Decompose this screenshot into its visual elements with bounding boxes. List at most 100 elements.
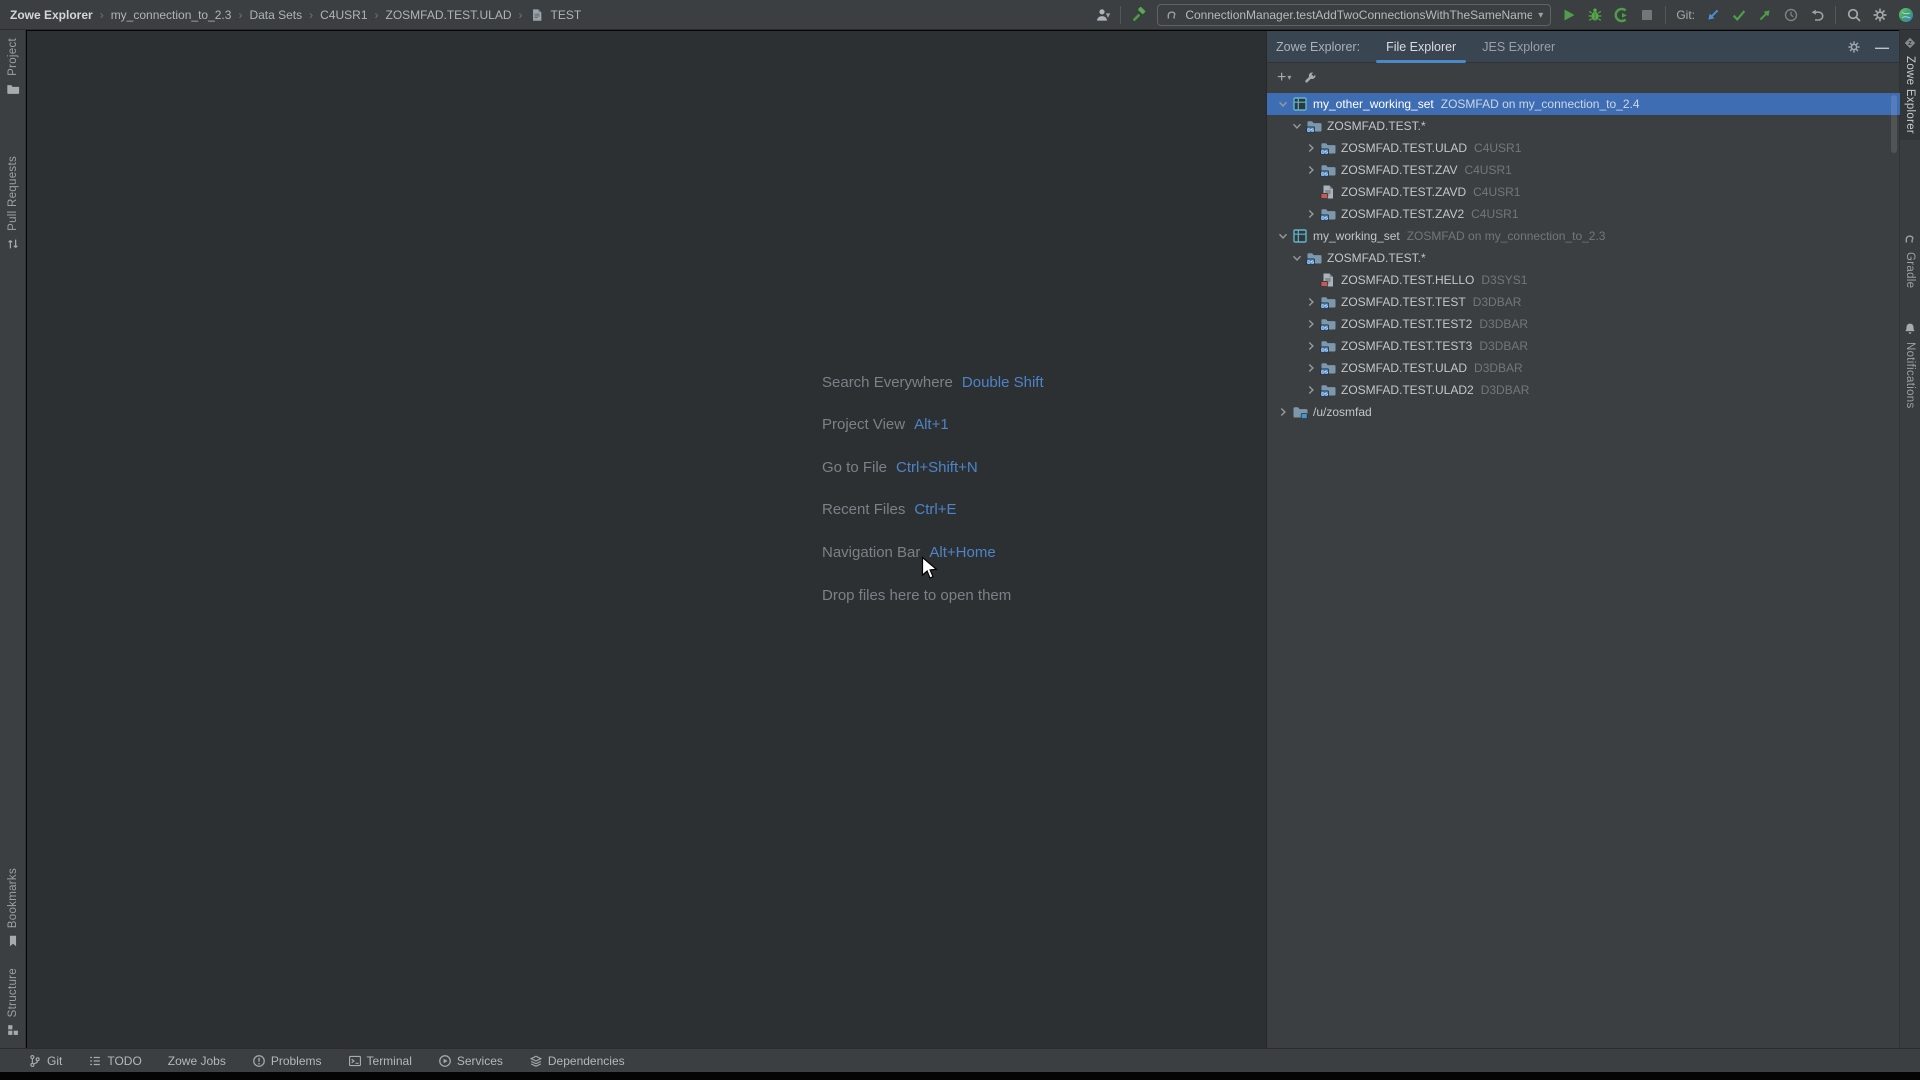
breadcrumb-separator-icon: › <box>100 8 104 22</box>
dataset-folder-icon <box>1306 118 1322 134</box>
breadcrumb-item[interactable]: my_connection_to_2.3 <box>111 8 232 22</box>
search-everywhere-icon[interactable] <box>1846 7 1862 23</box>
history-clock-icon[interactable] <box>1783 7 1799 23</box>
dataset-file-icon <box>1320 272 1336 288</box>
add-working-set-button[interactable]: +▾ <box>1277 71 1291 85</box>
breadcrumb-item[interactable]: ZOSMFAD.TEST.ULAD <box>386 8 512 22</box>
chevron-down-icon[interactable] <box>1289 250 1304 266</box>
tree-row[interactable]: my_other_working_setZOSMFAD on my_connec… <box>1267 93 1900 115</box>
sidebar-item-structure[interactable]: Structure <box>0 962 25 1043</box>
status-bar: Git TODO Zowe Jobs Problems Terminal <box>0 1048 1920 1072</box>
tree-row[interactable]: ZOSMFAD.TEST.ZAV2C4USR1 <box>1267 203 1900 225</box>
edit-wrench-icon[interactable] <box>1303 71 1317 85</box>
tree-row[interactable]: ZOSMFAD.TEST.ULADC4USR1 <box>1267 137 1900 159</box>
build-hammer-icon[interactable] <box>1131 7 1147 23</box>
git-branch-icon <box>28 1054 42 1068</box>
tree-row[interactable]: ZOSMFAD.TEST.TESTD3DBAR <box>1267 291 1900 313</box>
debug-button[interactable] <box>1587 7 1603 23</box>
git-push-button[interactable] <box>1757 7 1773 23</box>
run-toolbar: ▾ ConnectionManager.testAddTwoConnection… <box>1094 0 1914 30</box>
toolbar-separator <box>1120 6 1121 24</box>
stripe-label: Pull Requests <box>7 156 19 231</box>
chevron-right-icon[interactable] <box>1303 162 1318 178</box>
statusbar-item-terminal[interactable]: Terminal <box>348 1054 412 1068</box>
tree-row[interactable]: ZOSMFAD.TEST.ZAVC4USR1 <box>1267 159 1900 181</box>
breadcrumb-item[interactable]: Data Sets <box>249 8 302 22</box>
chevron-right-icon[interactable] <box>1303 140 1318 156</box>
breadcrumb-item[interactable]: TEST <box>551 8 582 22</box>
sidebar-item-notifications[interactable]: Notifications <box>1900 316 1920 415</box>
dataset-folder-icon <box>1320 382 1336 398</box>
chevron-right-icon[interactable] <box>1303 316 1318 332</box>
sidebar-item-pull-requests[interactable]: Pull Requests <box>0 150 25 257</box>
shortcut-line: Go to FileCtrl+Shift+N <box>822 459 978 476</box>
statusbar-item-services[interactable]: Services <box>438 1054 503 1068</box>
chevron-spacer <box>1303 272 1318 288</box>
tab-jes-explorer[interactable]: JES Explorer <box>1482 31 1555 63</box>
chevron-right-icon[interactable] <box>1303 382 1318 398</box>
tree-row[interactable]: ZOSMFAD.TEST.* <box>1267 115 1900 137</box>
settings-gear-icon[interactable] <box>1872 7 1888 23</box>
stripe-label: Gradle <box>1904 252 1916 288</box>
chevron-right-icon[interactable] <box>1303 338 1318 354</box>
dataset-folder-icon <box>1320 162 1336 178</box>
chevron-right-icon[interactable] <box>1275 404 1290 420</box>
tree-row[interactable]: ZOSMFAD.TEST.TEST3D3DBAR <box>1267 335 1900 357</box>
tab-file-explorer[interactable]: File Explorer <box>1386 31 1456 63</box>
editor-area[interactable] <box>27 31 1266 1048</box>
chevron-down-icon[interactable] <box>1289 118 1304 134</box>
dataset-file-icon <box>1320 184 1336 200</box>
tree-row[interactable]: ZOSMFAD.TEST.ZAVDC4USR1 <box>1267 181 1900 203</box>
tree-row[interactable]: ZOSMFAD.TEST.ULADD3DBAR <box>1267 357 1900 379</box>
code-with-me-sphere-icon[interactable] <box>1898 7 1914 23</box>
tree-row[interactable]: /u/zosmfad <box>1267 401 1900 423</box>
user-account-icon[interactable]: ▾ <box>1094 7 1111 23</box>
breadcrumb-item[interactable]: C4USR1 <box>320 8 367 22</box>
working-set-icon <box>1292 228 1308 244</box>
rollback-icon[interactable] <box>1809 7 1825 23</box>
tree-row[interactable]: ZOSMFAD.TEST.ULAD2D3DBAR <box>1267 379 1900 401</box>
statusbar-item-todo[interactable]: TODO <box>88 1054 141 1068</box>
tree-row[interactable]: ZOSMFAD.TEST.* <box>1267 247 1900 269</box>
run-button[interactable] <box>1561 7 1577 23</box>
chevron-down-icon: ▾ <box>1287 71 1291 85</box>
sidebar-item-gradle[interactable]: Gradle <box>1900 226 1920 294</box>
tree-row[interactable]: my_working_setZOSMFAD on my_connection_t… <box>1267 225 1900 247</box>
run-with-coverage-button[interactable] <box>1613 7 1629 23</box>
sidebar-item-project[interactable]: Project <box>0 32 25 102</box>
tree-row[interactable]: ZOSMFAD.TEST.TEST2D3DBAR <box>1267 313 1900 335</box>
chevron-right-icon[interactable] <box>1303 360 1318 376</box>
scrollbar-thumb[interactable] <box>1891 95 1897 153</box>
statusbar-item-git[interactable]: Git <box>28 1054 62 1068</box>
hide-tool-window-icon[interactable]: — <box>1875 39 1889 55</box>
run-configuration-select[interactable]: ConnectionManager.testAddTwoConnectionsW… <box>1157 4 1551 26</box>
dataset-folder-icon <box>1320 140 1336 156</box>
tool-window-toolbar: +▾ <box>1267 63 1899 93</box>
drop-files-hint: Drop files here to open them <box>822 587 1011 604</box>
dataset-folder-icon <box>1320 338 1336 354</box>
svg-text:Z: Z <box>1908 41 1912 47</box>
breadcrumb-item[interactable]: Zowe Explorer <box>10 8 93 22</box>
chevron-right-icon[interactable] <box>1303 206 1318 222</box>
file-icon <box>530 8 544 22</box>
terminal-icon <box>348 1054 362 1068</box>
sidebar-item-bookmarks[interactable]: Bookmarks <box>0 862 25 954</box>
tool-window-gear-icon[interactable] <box>1847 40 1861 54</box>
sidebar-item-zowe-explorer[interactable]: Z Zowe Explorer <box>1900 30 1920 140</box>
chevron-right-icon[interactable] <box>1303 294 1318 310</box>
breadcrumb-separator-icon: › <box>309 8 313 22</box>
tree-row[interactable]: ZOSMFAD.TEST.HELLOD3SYS1 <box>1267 269 1900 291</box>
statusbar-item-zowe-jobs[interactable]: Zowe Jobs <box>168 1054 226 1068</box>
bell-icon <box>1903 322 1917 336</box>
chevron-down-icon[interactable] <box>1275 228 1290 244</box>
statusbar-item-problems[interactable]: Problems <box>252 1054 322 1068</box>
git-commit-button[interactable] <box>1731 7 1747 23</box>
dependencies-icon <box>529 1054 543 1068</box>
services-icon <box>438 1054 452 1068</box>
file-explorer-tree: my_other_working_setZOSMFAD on my_connec… <box>1267 93 1900 423</box>
chevron-down-icon[interactable] <box>1275 96 1290 112</box>
git-update-button[interactable] <box>1705 7 1721 23</box>
stop-button[interactable] <box>1639 7 1655 23</box>
zowe-z-icon: Z <box>1903 36 1917 50</box>
statusbar-item-dependencies[interactable]: Dependencies <box>529 1054 625 1068</box>
